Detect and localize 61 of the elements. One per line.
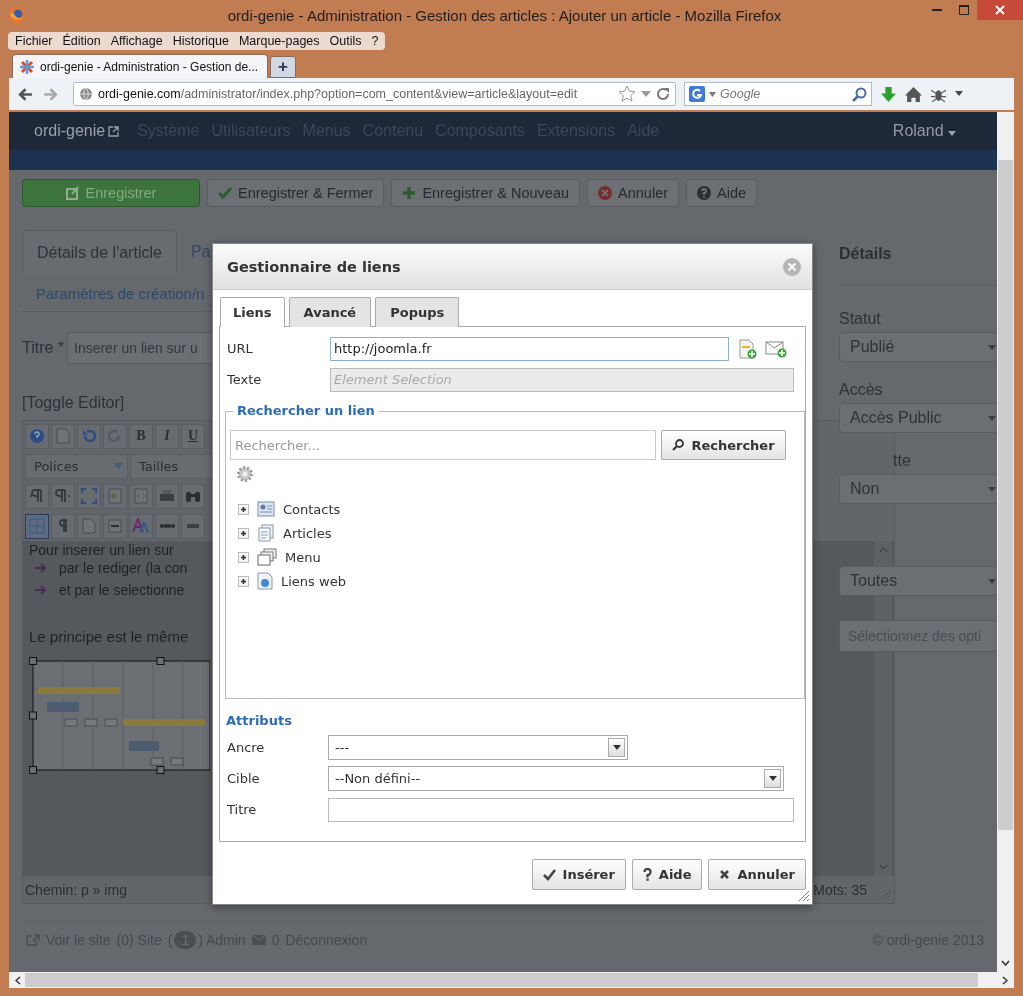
target-select[interactable]: --Non défini--: [328, 766, 784, 791]
dialog-button[interactable]: Insérer: [531, 859, 626, 890]
toolbar-button[interactable]: Enregistrer & Fermer: [207, 179, 385, 207]
dialog-button[interactable]: Annuler: [708, 859, 806, 890]
field-label: Ancre: [227, 740, 266, 755]
menubar-heading[interactable]: Historique: [167, 33, 234, 49]
select-field[interactable]: Accès Public: [839, 403, 997, 433]
toggle-editor-link[interactable]: [Toggle Editor]: [22, 394, 125, 412]
browser-tab[interactable]: ordi-genie - Administration - Gestion de...: [12, 54, 268, 78]
content-text: Le principe est le même: [29, 627, 189, 645]
toolbar-button[interactable]: Annuler: [587, 179, 680, 207]
search-button[interactable]: Rechercher: [661, 430, 786, 460]
select-field[interactable]: Toutes: [839, 566, 997, 596]
field-label: Cible: [227, 771, 261, 786]
tree-item[interactable]: Menu: [238, 545, 800, 569]
search-field[interactable]: Google: [684, 82, 872, 106]
menubar-heading[interactable]: ?: [366, 33, 384, 49]
dialog-title: Gestionnaire de liens: [227, 258, 401, 275]
address-bar[interactable]: ordi-genie.com/administrator/index.php?option=com_content&view=article&layout=edit: [73, 82, 676, 106]
new-tab-button[interactable]: +: [270, 56, 296, 78]
format-button[interactable]: B: [129, 423, 153, 449]
tree-item[interactable]: Articles: [238, 521, 800, 545]
anchor-select[interactable]: ---: [328, 735, 628, 760]
toolbar-button[interactable]: Aide: [686, 179, 758, 207]
admin-open-paren: (: [167, 932, 173, 948]
dialog-button[interactable]: Aide: [631, 859, 703, 890]
tree-item[interactable]: Contacts: [238, 497, 800, 521]
search-input[interactable]: Rechercher...: [230, 430, 656, 460]
menubar-heading[interactable]: Outils: [324, 33, 367, 49]
toolbar-button[interactable]: Enregistrer & Nouveau: [391, 179, 581, 207]
field-label: URL: [227, 341, 254, 356]
field-label: Texte: [227, 372, 263, 387]
window-title: ordi-genie - Administration - Gestion des articles : Ajouter un article - Mozilla Firefox: [226, 6, 783, 24]
panel-title: Détails: [839, 245, 893, 263]
article-tab[interactable]: Détails de l'article: [22, 230, 177, 275]
tree-item[interactable]: Liens web: [238, 569, 800, 593]
select-field[interactable]: Publié: [839, 332, 997, 362]
dialog-tab[interactable]: Liens: [220, 297, 285, 327]
menubar-heading[interactable]: Édition: [57, 33, 106, 49]
content-text: par le rediger (la con: [59, 560, 188, 576]
content-text: Pour inserer un lien sur: [29, 543, 174, 557]
section-heading: Attributs: [226, 713, 293, 728]
field-label: Statut: [839, 310, 882, 329]
word-count: Mots: 35: [813, 881, 867, 898]
select-field[interactable]: Non: [839, 474, 997, 504]
user-menu[interactable]: Roland: [892, 122, 956, 140]
format-button[interactable]: I: [155, 423, 179, 449]
field-label: Titre: [227, 802, 258, 817]
format-button[interactable]: U: [181, 423, 205, 449]
font-select[interactable]: Polices: [25, 453, 128, 479]
site-brand[interactable]: ordi-genie: [34, 122, 106, 140]
url-input[interactable]: http://joomla.fr: [330, 336, 729, 361]
dialog-tab[interactable]: Avancé: [288, 297, 372, 327]
field-label: Accès: [839, 381, 884, 400]
menubar-heading[interactable]: Marque-pages: [233, 33, 325, 49]
menubar-heading[interactable]: Affichage: [105, 33, 168, 49]
menubar-heading[interactable]: Fichier: [10, 33, 58, 49]
fieldset-legend: Rechercher un lien: [233, 403, 379, 418]
dialog-tab[interactable]: Popups: [375, 297, 460, 327]
content-text: et par le selectionne: [59, 582, 185, 598]
field-label: Titre *: [22, 339, 66, 357]
